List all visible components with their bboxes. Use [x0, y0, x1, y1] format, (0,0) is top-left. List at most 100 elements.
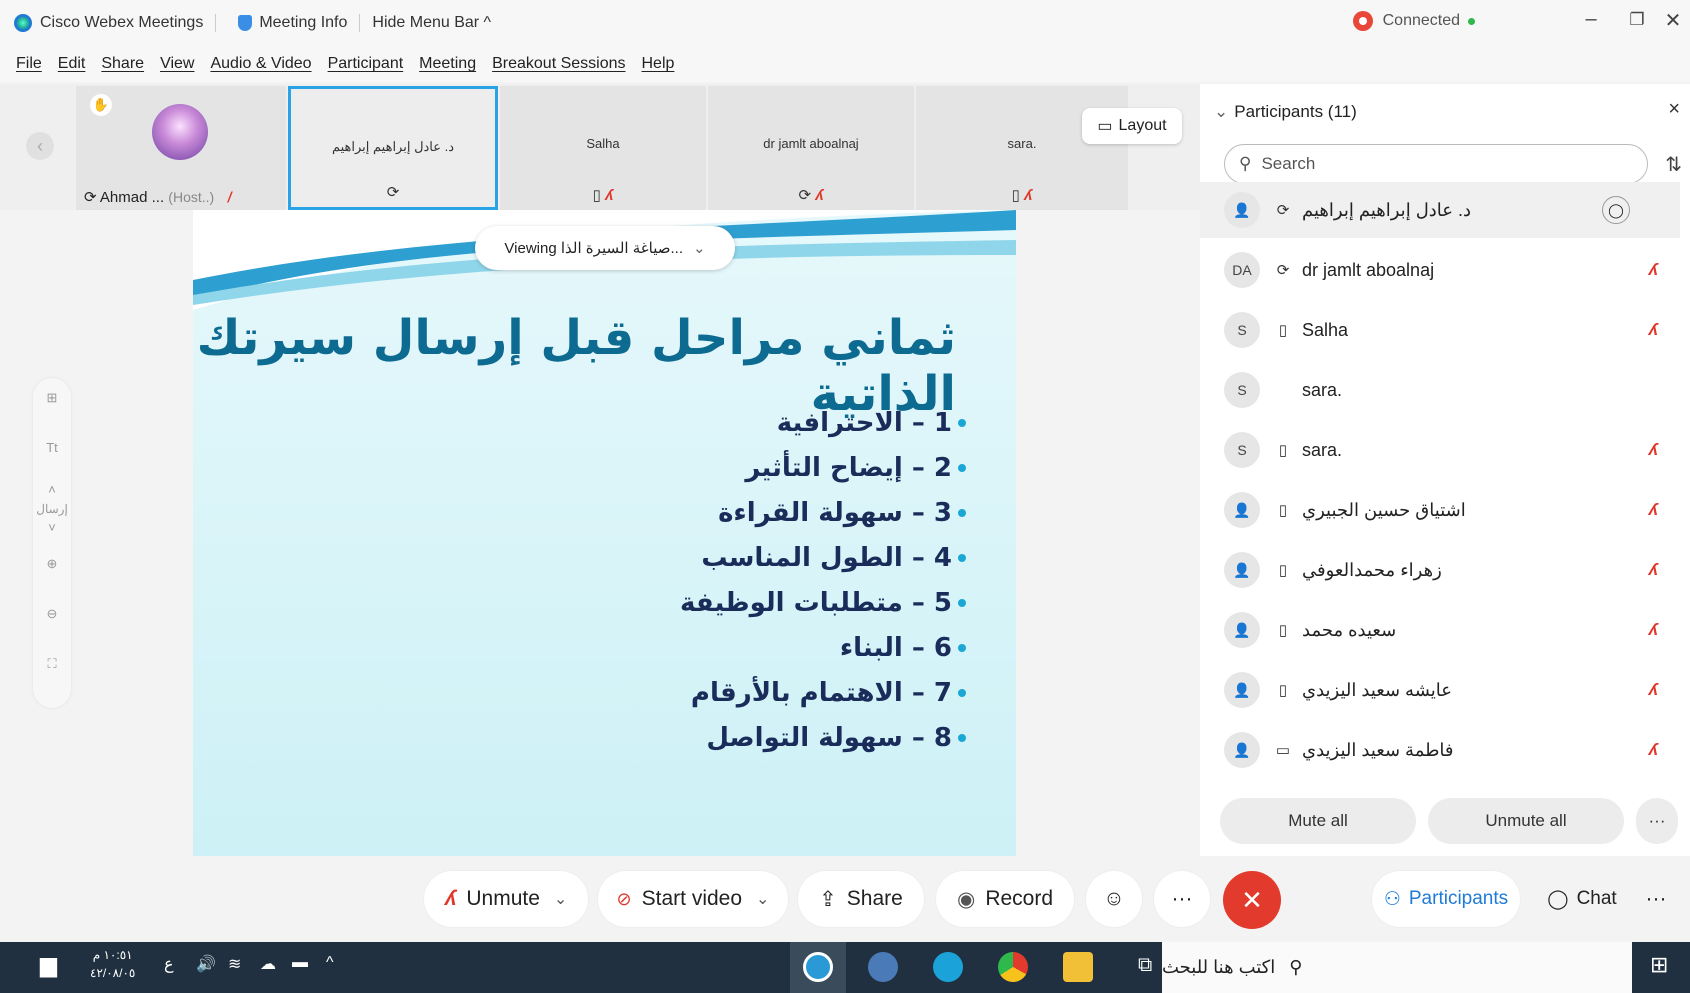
- muted-mic-icon[interactable]: ʎ: [1649, 680, 1658, 700]
- record-status-icon: [1352, 11, 1373, 31]
- muted-mic-icon[interactable]: ʎ: [1649, 740, 1658, 760]
- task-view-icon[interactable]: ⧉: [1138, 954, 1152, 977]
- participant-row[interactable]: 👤 ▭ فاطمة سعيد اليزيدي ʎ: [1200, 722, 1680, 778]
- unmute-all-button[interactable]: Unmute all: [1428, 798, 1624, 844]
- restore-button[interactable]: ❐: [1620, 10, 1654, 30]
- participant-row[interactable]: 👤 ▯ عايشه سعيد اليزيدي ʎ: [1200, 662, 1680, 718]
- language-indicator[interactable]: ع: [164, 954, 174, 974]
- participant-row[interactable]: S ▯ Salha ʎ: [1200, 302, 1680, 358]
- muted-mic-icon[interactable]: ʎ: [1649, 320, 1658, 340]
- tile-active-speaker[interactable]: د. عادل إبراهيم إبراهيم ⟳: [288, 86, 498, 210]
- host-tile[interactable]: ✋ ⟳ Ahmad ... (Host..) 🎙̸: [76, 86, 286, 210]
- mute-all-label: Mute all: [1288, 811, 1348, 830]
- viewing-dropdown[interactable]: Viewing صياغة السيرة الذا... ⌄: [475, 226, 735, 270]
- text-icon[interactable]: Tt: [33, 440, 71, 455]
- chat-button[interactable]: ◯ Chat: [1534, 871, 1630, 927]
- share-button[interactable]: ⇪ Share: [798, 871, 924, 927]
- participant-row[interactable]: S ▯ sara. ʎ: [1200, 422, 1680, 478]
- bullet-item: 8 – سهولة التواصل: [680, 715, 966, 760]
- chat-bubble-icon[interactable]: ◯: [1602, 196, 1630, 224]
- close-window-button[interactable]: ✕: [1656, 8, 1690, 33]
- participant-row[interactable]: 👤 ⟳ د. عادل إبراهيم إبراهيم ◯: [1200, 182, 1680, 238]
- phone-icon: ▯ ʎ: [1011, 187, 1033, 204]
- chrome-app-icon[interactable]: [998, 952, 1028, 982]
- muted-mic-icon[interactable]: ʎ: [1649, 620, 1658, 640]
- minimize-button[interactable]: –: [1574, 8, 1608, 31]
- cloud-icon[interactable]: ☁: [260, 954, 276, 974]
- more-options-button[interactable]: ···: [1636, 871, 1676, 927]
- folder-app-icon[interactable]: [1063, 952, 1093, 982]
- participant-name: sara.: [1302, 439, 1343, 460]
- bullet-text: 8 – سهولة التواصل: [706, 722, 952, 753]
- audio-icon: ⟳: [386, 184, 400, 201]
- menu-share[interactable]: Share: [101, 55, 144, 73]
- chevron-up-icon[interactable]: ^: [326, 954, 334, 972]
- participant-row[interactable]: 👤 ▯ اشتياق حسين الجبيري ʎ: [1200, 482, 1680, 538]
- muted-mic-icon[interactable]: ʎ: [1649, 560, 1658, 580]
- participant-row[interactable]: 👤 ▯ سعيده محمد ʎ: [1200, 602, 1680, 658]
- bullet-text: 2 – إيضاح التأثير: [745, 452, 952, 483]
- tile-jamlt[interactable]: dr jamlt aboalnaj ⟳ ʎ: [708, 86, 914, 210]
- unmute-button[interactable]: ʎ Unmute ⌄: [424, 871, 588, 927]
- zoom-out-icon[interactable]: ⊖: [33, 606, 71, 622]
- participant-row[interactable]: 👤 ▯ زهراء محمدالعوفي ʎ: [1200, 542, 1680, 598]
- participant-row[interactable]: S sara.: [1200, 362, 1680, 418]
- participant-row[interactable]: DA ⟳ dr jamlt aboalnaj ʎ: [1200, 242, 1680, 298]
- tile-name: Salha: [586, 136, 620, 151]
- tile-salha[interactable]: Salha ▯ ʎ: [500, 86, 706, 210]
- record-button[interactable]: ◉ Record: [936, 871, 1074, 927]
- grid-icon[interactable]: ⊞: [33, 390, 71, 406]
- edge-app-icon[interactable]: [933, 952, 963, 982]
- menu-help[interactable]: Help: [642, 55, 675, 73]
- muted-mic-icon[interactable]: ʎ: [1649, 440, 1658, 460]
- fit-icon[interactable]: ⛶: [33, 656, 71, 672]
- taskbar-search[interactable]: ⚲ اكتب هنا للبحث: [1162, 942, 1632, 993]
- globe-app-icon[interactable]: [868, 952, 898, 982]
- battery-icon[interactable]: ▬: [292, 954, 308, 972]
- more-options-button[interactable]: ···: [1636, 798, 1678, 844]
- participant-name: Salha: [1302, 319, 1349, 340]
- participant-name: عايشه سعيد اليزيدي: [1302, 679, 1452, 700]
- sort-icon[interactable]: ⇅: [1665, 152, 1682, 177]
- search-input[interactable]: ⚲ Search: [1224, 144, 1648, 184]
- hide-menu-bar-button[interactable]: Hide Menu Bar ^: [372, 14, 491, 32]
- bullet-text: 4 – الطول المناسب: [701, 542, 952, 573]
- clock[interactable]: ١٠:٥١ م ٤٢/٠٨/٠٥: [90, 946, 135, 982]
- phone-icon: ▯: [1278, 682, 1288, 699]
- muted-mic-icon[interactable]: ʎ: [1649, 500, 1658, 520]
- strip-prev-button[interactable]: ‹: [26, 132, 54, 160]
- zoom-in-icon[interactable]: ⊕: [33, 556, 71, 572]
- tile-sara[interactable]: sara. ▯ ʎ: [916, 86, 1128, 210]
- audio-icon: ⟳: [84, 189, 97, 206]
- volume-icon[interactable]: 🔊: [196, 954, 216, 974]
- connection-status[interactable]: Connected: [1352, 11, 1475, 31]
- close-icon[interactable]: ×: [1668, 98, 1680, 121]
- bullet-dot: [958, 643, 966, 652]
- menu-file[interactable]: File: [16, 55, 42, 73]
- participants-button[interactable]: ⚇ Participants: [1372, 871, 1520, 927]
- muted-mic-icon[interactable]: ʎ: [1649, 260, 1658, 280]
- layout-button[interactable]: ▭ Layout: [1082, 108, 1182, 144]
- phone-icon: ▯: [1278, 562, 1288, 579]
- menu-edit[interactable]: Edit: [58, 55, 86, 73]
- meeting-info-button[interactable]: Meeting Info: [238, 14, 347, 32]
- menu-audio-video[interactable]: Audio & Video: [210, 55, 311, 73]
- emoji-icon: ☺: [1103, 887, 1125, 910]
- windows-start-icon[interactable]: ⊞: [1650, 952, 1668, 978]
- chevron-down-icon[interactable]: ˅: [33, 520, 71, 535]
- mute-all-button[interactable]: Mute all: [1220, 798, 1416, 844]
- menu-participant[interactable]: Participant: [328, 55, 404, 73]
- menu-meeting[interactable]: Meeting: [419, 55, 476, 73]
- chevron-up-icon[interactable]: ˄: [33, 482, 71, 497]
- panel-title[interactable]: ⌄ Participants (11): [1214, 102, 1357, 122]
- start-video-button[interactable]: ⊘ Start video ⌄: [598, 871, 788, 927]
- reactions-button[interactable]: ☺: [1086, 871, 1142, 927]
- menu-breakout-sessions[interactable]: Breakout Sessions: [492, 55, 625, 73]
- slide-bullets: 1 – الاحترافية 2 – إيضاح التأثير 3 – سهو…: [680, 400, 966, 760]
- bullet-text: 3 – سهولة القراءة: [718, 497, 952, 528]
- network-icon[interactable]: ≋: [228, 954, 241, 974]
- more-button[interactable]: ···: [1154, 871, 1210, 927]
- chat-app-icon[interactable]: ▆: [40, 952, 57, 978]
- menu-view[interactable]: View: [160, 55, 194, 73]
- leave-meeting-button[interactable]: ✕: [1223, 871, 1281, 929]
